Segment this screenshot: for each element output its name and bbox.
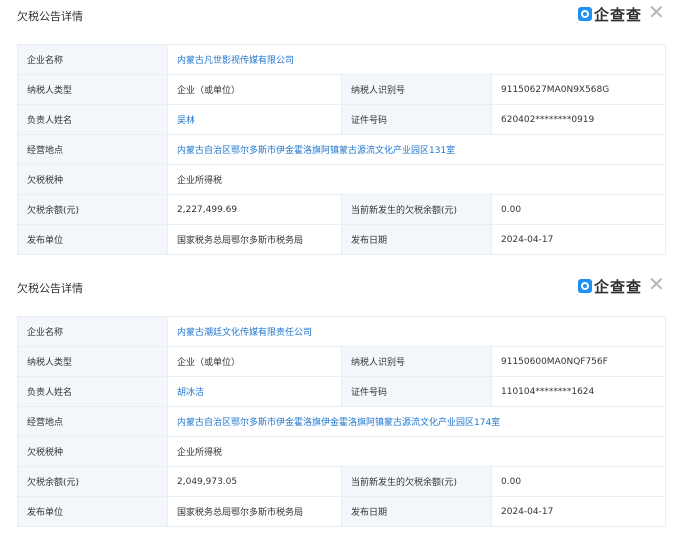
- detail-table: 企业名称 内蒙古凡世影视传媒有限公司 纳税人类型 企业（或单位） 纳税人识别号 …: [17, 44, 667, 255]
- cert-no-value: 620402********0919: [490, 104, 667, 135]
- taxpayer-id-label: 纳税人识别号: [341, 74, 492, 105]
- date-value: 2024-04-17: [490, 224, 667, 255]
- panel-header: 欠税公告详情 企查查 ✕: [0, 0, 674, 30]
- taxpayer-type-label: 纳税人类型: [17, 346, 168, 377]
- table-row: 发布单位 国家税务总局鄂尔多斯市税务局 发布日期 2024-04-17: [17, 224, 667, 255]
- table-row: 欠税余额(元) 2,227,499.69 当前新发生的欠税余额(元) 0.00: [17, 194, 667, 225]
- person-name-link[interactable]: 吴林: [167, 104, 342, 135]
- taxpayer-id-value: 91150600MA0NQF756F: [490, 346, 667, 377]
- tax-notice-panel: 欠税公告详情 企查查 ✕ 企业名称 内蒙古潮廷文化传媒有限责任公司 纳税人类型 …: [0, 272, 674, 527]
- table-row: 经营地点 内蒙古自治区鄂尔多斯市伊金霍洛旗阿镇蒙古源流文化产业园区131室: [17, 134, 667, 165]
- tax-type-value: 企业所得税: [166, 436, 667, 467]
- person-label: 负责人姓名: [17, 376, 168, 407]
- table-row: 发布单位 国家税务总局鄂尔多斯市税务局 发布日期 2024-04-17: [17, 496, 667, 527]
- new-balance-value: 0.00: [490, 194, 667, 225]
- address-label: 经营地点: [17, 406, 168, 437]
- brand-logo: 企查查: [577, 5, 642, 24]
- table-row: 负责人姓名 吴林 证件号码 620402********0919: [17, 104, 667, 135]
- publisher-label: 发布单位: [17, 224, 168, 255]
- balance-value: 2,049,973.05: [167, 466, 342, 497]
- brand-icon: [577, 279, 592, 293]
- publisher-value: 国家税务总局鄂尔多斯市税务局: [167, 224, 342, 255]
- panel-title: 欠税公告详情: [17, 282, 83, 295]
- taxpayer-type-value: 企业（或单位）: [167, 346, 342, 377]
- date-label: 发布日期: [341, 224, 492, 255]
- cert-no-value: 110104********1624: [490, 376, 667, 407]
- detail-table: 企业名称 内蒙古潮廷文化传媒有限责任公司 纳税人类型 企业（或单位） 纳税人识别…: [17, 316, 667, 527]
- balance-value: 2,227,499.69: [167, 194, 342, 225]
- person-label: 负责人姓名: [17, 104, 168, 135]
- company-label: 企业名称: [17, 316, 168, 347]
- brand-name: 企查查: [593, 5, 642, 24]
- table-row: 企业名称 内蒙古潮廷文化传媒有限责任公司: [17, 316, 667, 347]
- tax-type-value: 企业所得税: [166, 164, 667, 195]
- brand-name: 企查查: [593, 277, 642, 296]
- balance-label: 欠税余额(元): [17, 194, 168, 225]
- publisher-value: 国家税务总局鄂尔多斯市税务局: [167, 496, 342, 527]
- company-label: 企业名称: [17, 44, 168, 75]
- date-label: 发布日期: [341, 496, 492, 527]
- taxpayer-id-label: 纳税人识别号: [341, 346, 492, 377]
- table-row: 欠税税种 企业所得税: [17, 164, 667, 195]
- taxpayer-type-label: 纳税人类型: [17, 74, 168, 105]
- date-value: 2024-04-17: [490, 496, 667, 527]
- table-row: 企业名称 内蒙古凡世影视传媒有限公司: [17, 44, 667, 75]
- person-name-link[interactable]: 胡冰洁: [167, 376, 342, 407]
- publisher-label: 发布单位: [17, 496, 168, 527]
- table-row: 纳税人类型 企业（或单位） 纳税人识别号 91150627MA0N9X568G: [17, 74, 667, 105]
- brand-icon: [577, 7, 592, 21]
- table-row: 负责人姓名 胡冰洁 证件号码 110104********1624: [17, 376, 667, 407]
- close-icon[interactable]: ✕: [648, 274, 665, 294]
- company-name-link[interactable]: 内蒙古凡世影视传媒有限公司: [166, 44, 667, 75]
- taxpayer-id-value: 91150627MA0N9X568G: [490, 74, 667, 105]
- address-link[interactable]: 内蒙古自治区鄂尔多斯市伊金霍洛旗阿镇蒙古源流文化产业园区131室: [166, 134, 667, 165]
- table-row: 欠税余额(元) 2,049,973.05 当前新发生的欠税余额(元) 0.00: [17, 466, 667, 497]
- address-label: 经营地点: [17, 134, 168, 165]
- company-name-link[interactable]: 内蒙古潮廷文化传媒有限责任公司: [166, 316, 667, 347]
- cert-no-label: 证件号码: [341, 376, 492, 407]
- address-link[interactable]: 内蒙古自治区鄂尔多斯市伊金霍洛旗伊金霍洛旗阿镇蒙古源流文化产业园区174室: [166, 406, 667, 437]
- balance-label: 欠税余额(元): [17, 466, 168, 497]
- panel-header: 欠税公告详情 企查查 ✕: [0, 272, 674, 302]
- tax-notice-panel: 欠税公告详情 企查查 ✕ 企业名称 内蒙古凡世影视传媒有限公司 纳税人类型 企业…: [0, 0, 674, 255]
- brand-logo: 企查查: [577, 277, 642, 296]
- new-balance-value: 0.00: [490, 466, 667, 497]
- close-icon[interactable]: ✕: [648, 2, 665, 22]
- table-row: 经营地点 内蒙古自治区鄂尔多斯市伊金霍洛旗伊金霍洛旗阿镇蒙古源流文化产业园区17…: [17, 406, 667, 437]
- taxpayer-type-value: 企业（或单位）: [167, 74, 342, 105]
- table-row: 纳税人类型 企业（或单位） 纳税人识别号 91150600MA0NQF756F: [17, 346, 667, 377]
- table-row: 欠税税种 企业所得税: [17, 436, 667, 467]
- tax-type-label: 欠税税种: [17, 164, 168, 195]
- panel-title: 欠税公告详情: [17, 10, 83, 23]
- new-balance-label: 当前新发生的欠税余额(元): [341, 194, 492, 225]
- tax-type-label: 欠税税种: [17, 436, 168, 467]
- cert-no-label: 证件号码: [341, 104, 492, 135]
- new-balance-label: 当前新发生的欠税余额(元): [341, 466, 492, 497]
